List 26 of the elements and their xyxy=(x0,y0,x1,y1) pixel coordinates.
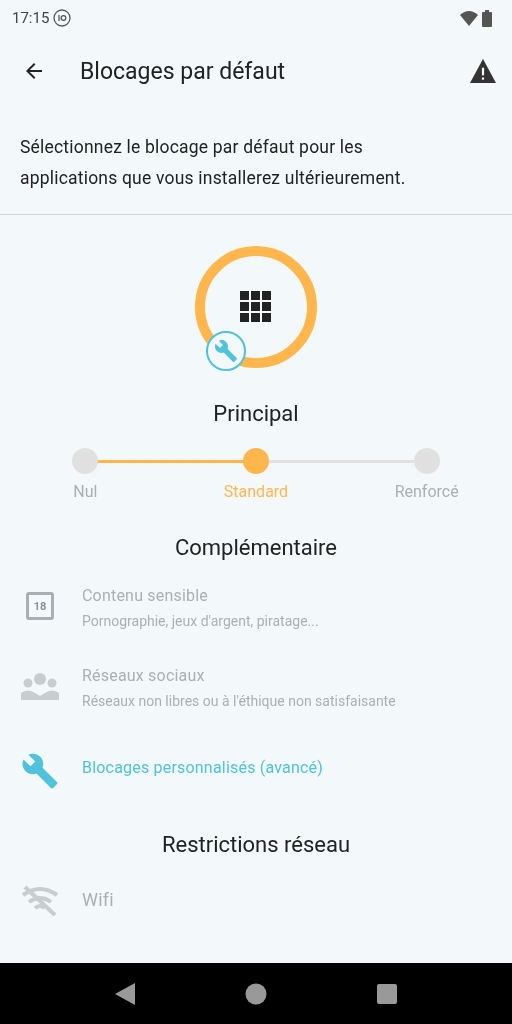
recents-nav-icon[interactable] xyxy=(377,983,397,1004)
level-step-dot[interactable] xyxy=(243,448,269,474)
level-step-dot[interactable] xyxy=(72,448,99,474)
section-heading: Complémentaire xyxy=(173,535,339,560)
option-subtitle: Pornographie, jeux d'argent, piratage... xyxy=(82,613,319,629)
age-rating-icon: 18 xyxy=(26,592,54,620)
description-text: Sélectionnez le blocage par défaut pour les applications que vous installerez ultérieurement. xyxy=(20,136,407,190)
level-step-label[interactable]: Standard xyxy=(223,482,289,501)
level-step-dot[interactable] xyxy=(413,448,440,474)
wifi-off-icon xyxy=(21,885,59,917)
section-heading: Restrictions réseau xyxy=(160,832,352,857)
wifi-icon xyxy=(460,10,478,26)
section-heading: Principal xyxy=(212,401,300,426)
warning-icon[interactable] xyxy=(470,59,496,83)
level-step-label[interactable]: Nul xyxy=(73,482,98,501)
status-app-icon xyxy=(53,9,72,27)
level-step-label[interactable]: Renforcé xyxy=(394,482,459,501)
people-icon xyxy=(21,672,59,700)
wrench-icon xyxy=(21,752,59,790)
battery-icon xyxy=(482,9,492,27)
option-subtitle: Réseaux non libres ou à l'éthique non satisfaisante xyxy=(82,693,396,709)
home-nav-icon[interactable] xyxy=(245,982,267,1005)
status-time: 17:15 xyxy=(12,9,50,27)
back-nav-icon[interactable] xyxy=(115,982,135,1005)
option-title[interactable]: Blocages personnalisés (avancé) xyxy=(82,758,324,777)
page-title: Blocages par défaut xyxy=(80,57,287,85)
